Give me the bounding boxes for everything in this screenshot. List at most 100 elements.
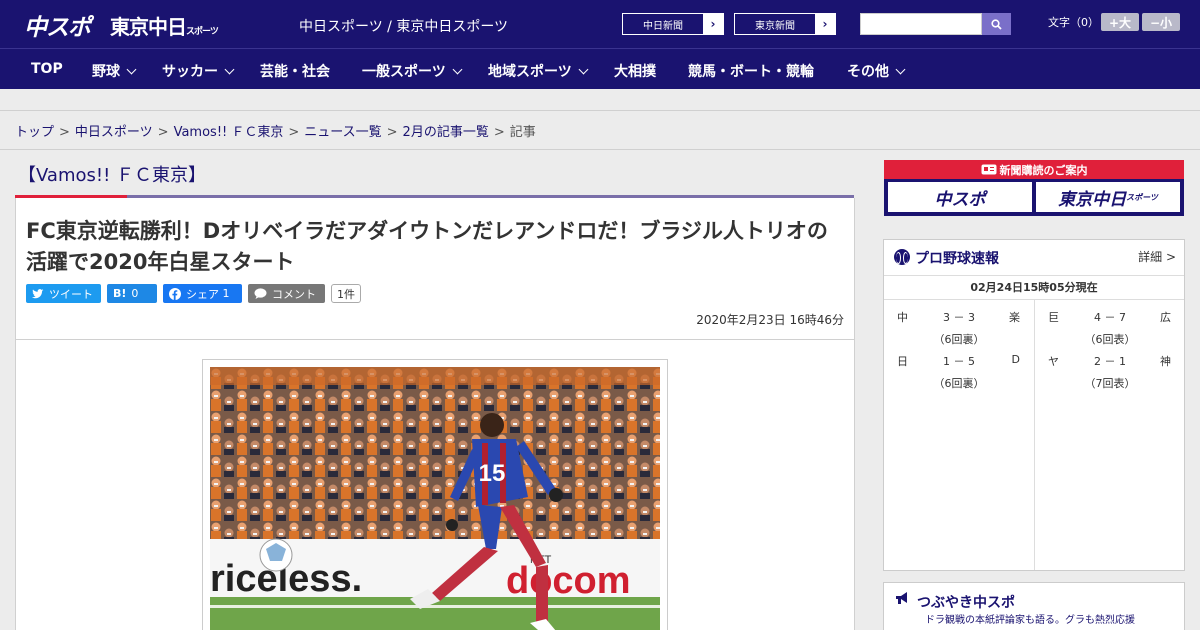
font-smaller-button[interactable]: −小 — [1142, 13, 1180, 31]
tokyo-shimbun-label: 東京新聞 — [755, 20, 795, 32]
hatena-icon: B! — [113, 287, 127, 300]
tweet-widget[interactable]: つぶやき中スポ ドラ観戦の本紙評論家も語る。グラも熱烈応援 — [883, 582, 1185, 630]
speech-bubble-icon — [254, 288, 267, 299]
chevron-down-icon — [452, 64, 463, 75]
breadcrumb-separator: > — [59, 125, 70, 140]
subscription-ad-title: 新聞購読のご案内 — [884, 162, 1184, 178]
publish-date: 2020年2月23日 16時46分 — [696, 313, 844, 327]
breadcrumb-news-list[interactable]: ニュース一覧 — [304, 125, 381, 140]
comment-button[interactable]: コメント — [248, 284, 325, 303]
subscribe-chuspo-button[interactable]: 中スポ — [888, 182, 1032, 212]
category-title[interactable]: 【Vamos!! ＦＣ東京】 — [18, 161, 206, 187]
chevron-right-icon: › — [815, 14, 835, 34]
font-size-label: 文字（0） — [1048, 16, 1099, 29]
breadcrumb-monthly-list[interactable]: 2月の記事一覧 — [403, 125, 489, 140]
nav-label: 芸能・社会 — [260, 64, 330, 80]
game-row[interactable]: 中 3 － 3 楽 （6回裏） — [884, 300, 1034, 346]
breadcrumb-top[interactable]: トップ — [15, 125, 54, 140]
nav-soccer[interactable]: サッカー — [162, 61, 235, 81]
breadcrumb-fc-tokyo[interactable]: Vamos!! ＦＣ東京 — [174, 125, 284, 140]
article-card: FC東京逆転勝利！Dオリベイラだアダイウトンだレアンドロだ！ブラジル人トリオの活… — [15, 198, 855, 630]
nav-other[interactable]: その他 — [847, 61, 906, 81]
nav-label: その他 — [847, 64, 889, 80]
article-divider — [16, 339, 854, 340]
breadcrumb-divider — [0, 149, 1200, 150]
away-team: 神 — [1160, 355, 1171, 368]
nav-label: 大相撲 — [614, 64, 656, 80]
chevron-down-icon — [126, 64, 137, 75]
chunichi-shimbun-link[interactable]: 中日新聞 › — [622, 13, 724, 35]
scores-title: プロ野球速報 — [915, 251, 999, 267]
facebook-icon — [169, 287, 181, 300]
soccer-photo: riceless. NTT docom 15 — [210, 367, 660, 630]
facebook-label: シェア — [186, 287, 219, 301]
tweet-button[interactable]: ツイート — [26, 284, 101, 303]
tweet-label: ツイート — [49, 287, 93, 301]
breadcrumb-separator: > — [157, 125, 169, 140]
nav-label: 競馬・ボート・競輪 — [688, 64, 814, 80]
scores-header: プロ野球速報 詳細 > — [884, 240, 1184, 276]
scores-column-right: 巨 4 － 7 広 （6回表） ヤ 2 － 1 神 （7回表） — [1034, 300, 1184, 570]
nav-baseball[interactable]: 野球 — [92, 61, 137, 81]
hatena-count: 0 — [131, 287, 139, 300]
twitter-bird-icon — [32, 288, 44, 298]
chuspo-logo[interactable]: 中スポ — [24, 8, 91, 42]
nav-label: サッカー — [162, 64, 218, 80]
game-row[interactable]: 日 1 － 5 D （6回裏） — [884, 344, 1034, 390]
search-input[interactable] — [860, 13, 982, 35]
main-nav: TOP 野球 サッカー 芸能・社会 一般スポーツ 地域スポーツ 大相撲 競馬・ボ… — [0, 48, 1200, 89]
jersey-number: 15 — [479, 460, 506, 487]
comment-count[interactable]: 1件 — [331, 284, 361, 303]
scores-detail-link[interactable]: 詳細 > — [1138, 248, 1176, 265]
search-button[interactable] — [982, 13, 1011, 35]
breadcrumb: トップ > 中日スポーツ > Vamos!! ＦＣ東京 > ニュース一覧 >2月の記事一覧 > 記… — [15, 121, 536, 140]
subscribe-tokyo-small: スポーツ — [1126, 192, 1158, 202]
tweet-widget-subtitle: ドラ観戦の本紙評論家も語る。グラも熱烈応援 — [925, 615, 1135, 626]
chevron-down-icon — [224, 64, 235, 75]
hatena-bookmark-button[interactable]: B! 0 — [107, 284, 157, 303]
scores-column-left: 中 3 － 3 楽 （6回裏） 日 1 － 5 D （6回裏） — [884, 300, 1034, 570]
facebook-share-button[interactable]: シェア 1 — [163, 284, 242, 303]
subscribe-tokyo-label: 東京中日 — [1058, 189, 1127, 210]
site-links[interactable]: 中日スポーツ / 東京中日スポーツ — [299, 16, 508, 36]
search-icon — [991, 18, 1002, 30]
top-header: 中スポ 東京中日スポーツ 中日スポーツ / 東京中日スポーツ 中日新聞 › 東京… — [0, 0, 1200, 48]
game-row[interactable]: 巨 4 － 7 広 （6回表） — [1035, 300, 1185, 346]
chevron-down-icon — [895, 64, 906, 75]
breadcrumb-chuspo[interactable]: 中日スポーツ — [75, 125, 153, 140]
comment-label: コメント — [272, 287, 316, 301]
tokyo-logo-text: 東京中日 — [110, 15, 187, 39]
away-team: D — [1011, 353, 1020, 366]
nav-label: TOP — [31, 61, 63, 77]
nav-racing[interactable]: 競馬・ボート・競輪 — [688, 61, 814, 81]
tweet-widget-title: つぶやき中スポ — [917, 595, 1015, 611]
font-larger-button[interactable]: +大 — [1101, 13, 1139, 31]
article-headline: FC東京逆転勝利！Dオリベイラだアダイウトンだレアンドロだ！ブラジル人トリオの活… — [26, 219, 828, 274]
game-row[interactable]: ヤ 2 － 1 神 （7回表） — [1035, 344, 1185, 390]
chevron-down-icon — [578, 64, 589, 75]
nav-sumo[interactable]: 大相撲 — [614, 61, 656, 81]
game-inning: （6回裏） — [933, 377, 985, 390]
tokyo-chunichi-logo[interactable]: 東京中日スポーツ — [110, 11, 219, 40]
nav-general-sports[interactable]: 一般スポーツ — [362, 61, 463, 81]
ad-banner-right: docom — [506, 560, 631, 602]
tokyo-shimbun-link[interactable]: 東京新聞 › — [734, 13, 836, 35]
nav-label: 野球 — [92, 64, 120, 80]
breadcrumb-current: 記事 — [509, 125, 536, 140]
nav-top[interactable]: TOP — [31, 61, 63, 77]
scores-timestamp: 02月24日15時05分現在 — [884, 276, 1184, 300]
article-photo[interactable]: riceless. NTT docom 15 — [210, 367, 660, 630]
subscribe-tokyo-chunichi-button[interactable]: 東京中日 スポーツ — [1036, 182, 1180, 212]
breadcrumb-separator: > — [493, 125, 505, 140]
nav-entertainment[interactable]: 芸能・社会 — [260, 61, 330, 81]
article-photo-frame: riceless. NTT docom 15 — [202, 359, 668, 630]
chunichi-shimbun-label: 中日新聞 — [643, 20, 683, 32]
chevron-right-icon: › — [703, 14, 723, 34]
baseball-scores-widget: プロ野球速報 詳細 > 02月24日15時05分現在 中 3 － 3 楽 （6回… — [883, 239, 1185, 571]
nav-label: 一般スポーツ — [362, 64, 446, 80]
subscription-ad[interactable]: 新聞購読のご案内 中スポ 東京中日 スポーツ — [884, 160, 1184, 216]
nav-local-sports[interactable]: 地域スポーツ — [488, 61, 589, 81]
breadcrumb-separator: > — [386, 125, 398, 140]
newspaper-icon — [981, 164, 996, 175]
subscription-ad-title-text: 新聞購読のご案内 — [999, 164, 1088, 177]
